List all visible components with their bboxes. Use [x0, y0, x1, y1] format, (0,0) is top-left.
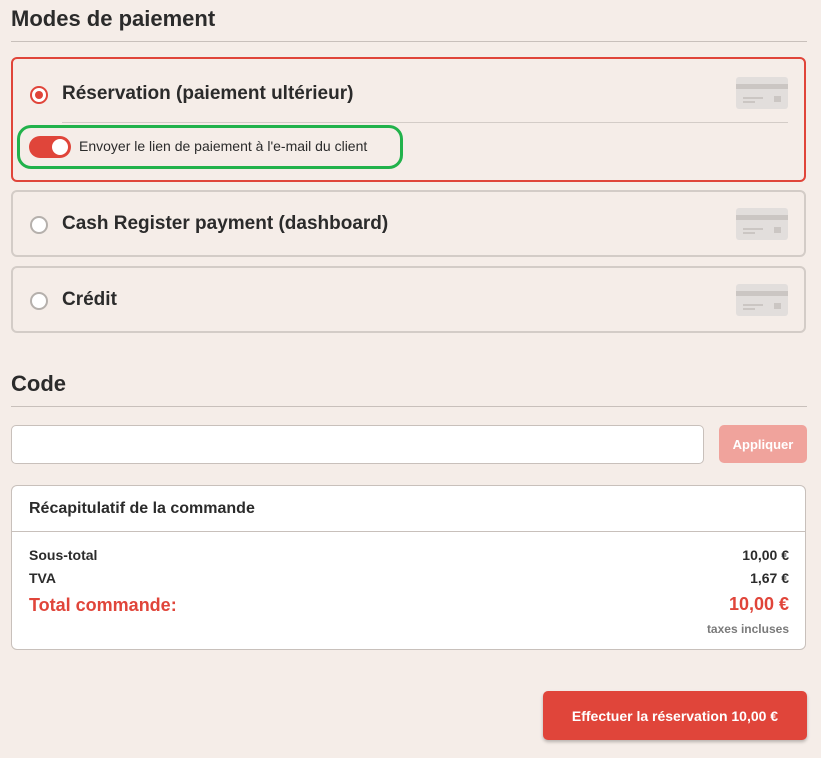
payment-option-credit[interactable]: Crédit [11, 266, 806, 333]
payment-option-label: Réservation (paiement ultérieur) [62, 83, 354, 104]
order-total-label: Total commande: [29, 595, 177, 615]
taxes-included-note: taxes incluses [706, 622, 789, 636]
credit-card-icon [736, 77, 788, 109]
payment-option-label: Cash Register payment (dashboard) [62, 213, 389, 234]
toggle-knob [52, 139, 68, 155]
subtotal-label: Sous-total [29, 547, 98, 563]
subtotal-value: 10,00 € [742, 547, 789, 563]
order-total-value: 10,00 € [728, 594, 789, 614]
send-payment-link-toggle[interactable] [29, 136, 71, 158]
radio-credit[interactable] [30, 292, 48, 310]
divider [11, 41, 807, 42]
code-title: Code [11, 371, 66, 396]
order-summary-title: Récapitulatif de la commande [29, 500, 255, 517]
divider [11, 406, 807, 407]
credit-card-icon [736, 284, 788, 316]
payment-methods-title: Modes de paiement [11, 6, 216, 31]
vat-value: 1,67 € [750, 570, 789, 586]
payment-option-label: Crédit [62, 289, 117, 310]
order-summary-header: Récapitulatif de la commande [12, 486, 805, 532]
option-divider [62, 122, 788, 123]
credit-card-icon [736, 208, 788, 240]
vat-label: TVA [29, 570, 56, 586]
radio-cash-register[interactable] [30, 216, 48, 234]
payment-option-cash-register[interactable]: Cash Register payment (dashboard) [11, 190, 806, 257]
promo-code-input[interactable] [11, 425, 704, 464]
apply-code-button[interactable]: Appliquer [719, 425, 807, 463]
submit-reservation-button[interactable]: Effectuer la réservation 10,00 € [543, 691, 807, 740]
send-payment-link-label: Envoyer le lien de paiement à l'e-mail d… [79, 138, 368, 154]
order-summary: Récapitulatif de la commande Sous-total … [11, 485, 806, 650]
radio-reservation[interactable] [30, 86, 48, 104]
